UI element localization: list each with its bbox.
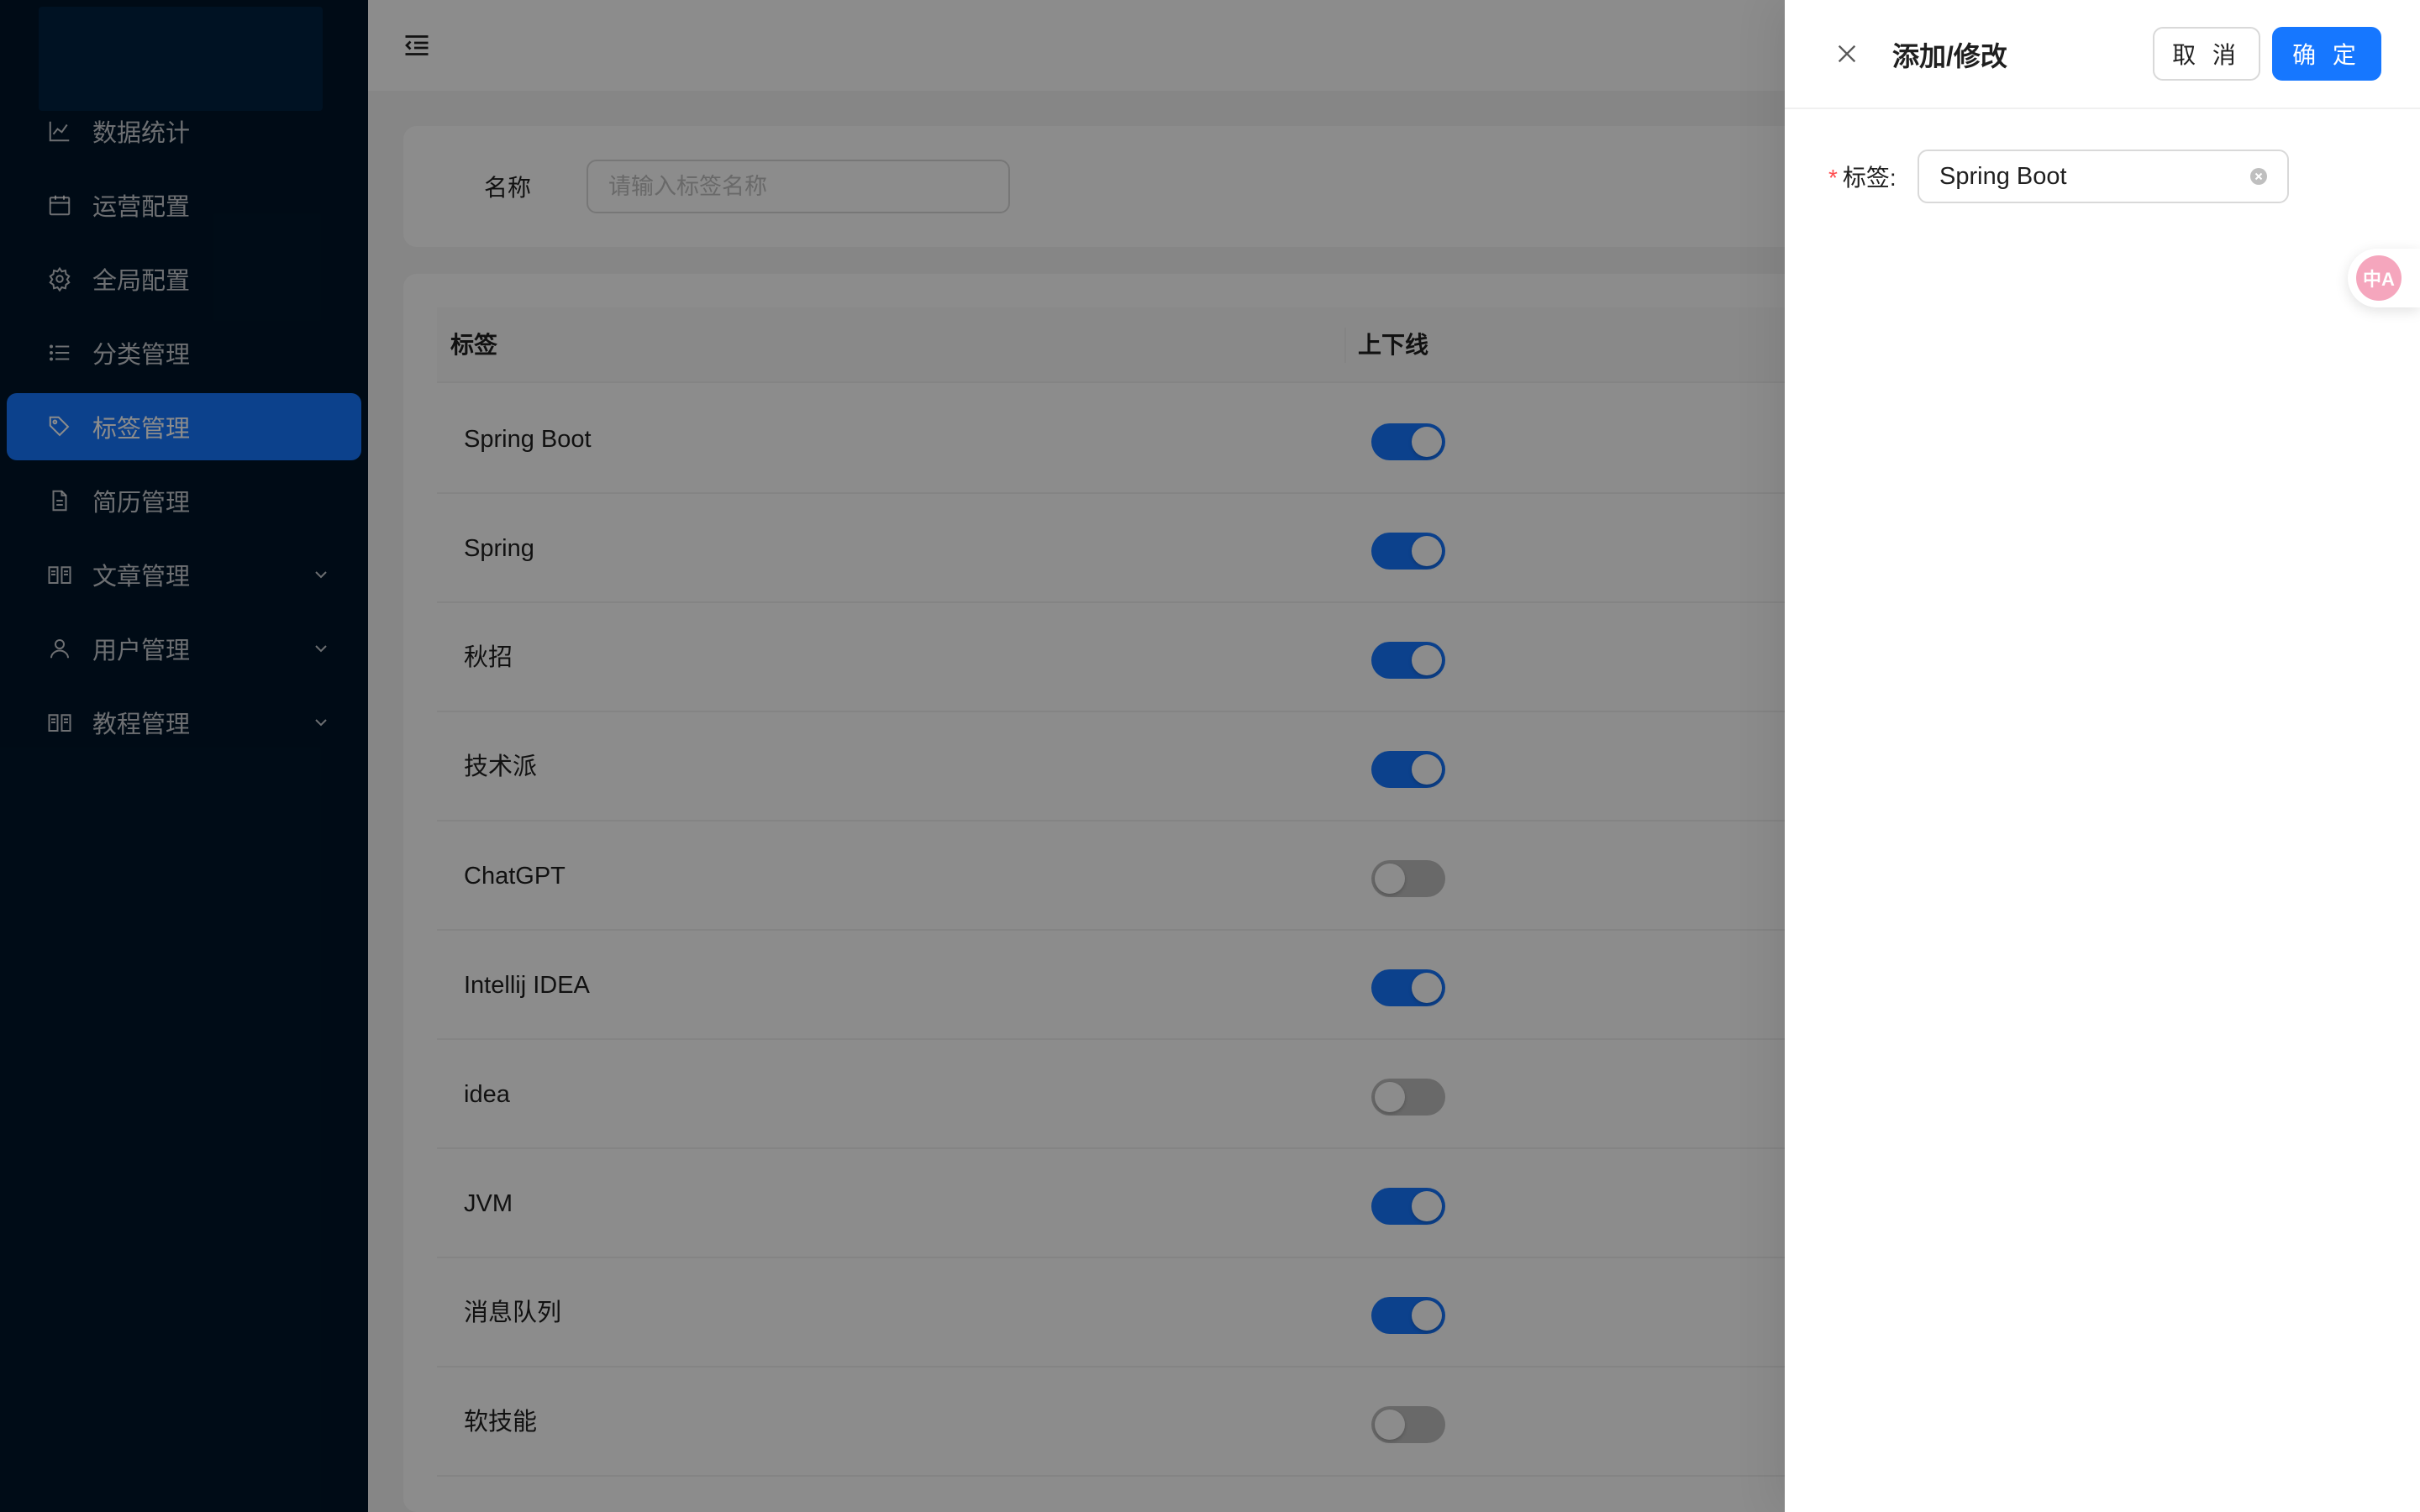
tag-input[interactable]: Spring Boot — [1918, 150, 2289, 203]
drawer-title: 添加/修改 — [1892, 41, 2007, 71]
translate-icon: 中A — [2356, 255, 2402, 301]
close-icon[interactable] — [1833, 40, 1860, 67]
required-mark: * — [1828, 165, 1838, 191]
tag-input-value: Spring Boot — [1939, 163, 2067, 190]
clear-icon[interactable] — [2249, 166, 2269, 186]
tag-form-label: * 标签: — [1828, 160, 1897, 193]
confirm-button[interactable]: 确 定 — [2272, 27, 2381, 81]
translate-floating-button[interactable]: 中A — [2348, 249, 2420, 307]
cancel-button[interactable]: 取 消 — [2153, 27, 2260, 81]
tag-label-text: 标签: — [1842, 165, 1897, 191]
edit-drawer: 添加/修改 取 消 确 定 * 标签: Spring Boot — [1785, 0, 2420, 1512]
drawer-header: 添加/修改 取 消 确 定 — [1785, 0, 2420, 109]
